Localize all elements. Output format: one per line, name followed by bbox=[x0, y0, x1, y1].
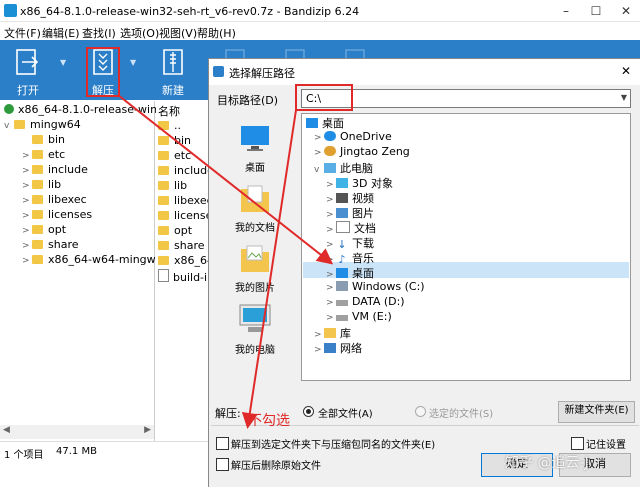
watermark: 知乎 @追云-J bbox=[505, 455, 589, 471]
arrow-to-drive-c bbox=[117, 94, 334, 265]
annotation-no-check: 不勾选 bbox=[248, 413, 290, 429]
annotation-arrows bbox=[117, 94, 334, 429]
arrow-to-checkbox bbox=[241, 109, 297, 429]
